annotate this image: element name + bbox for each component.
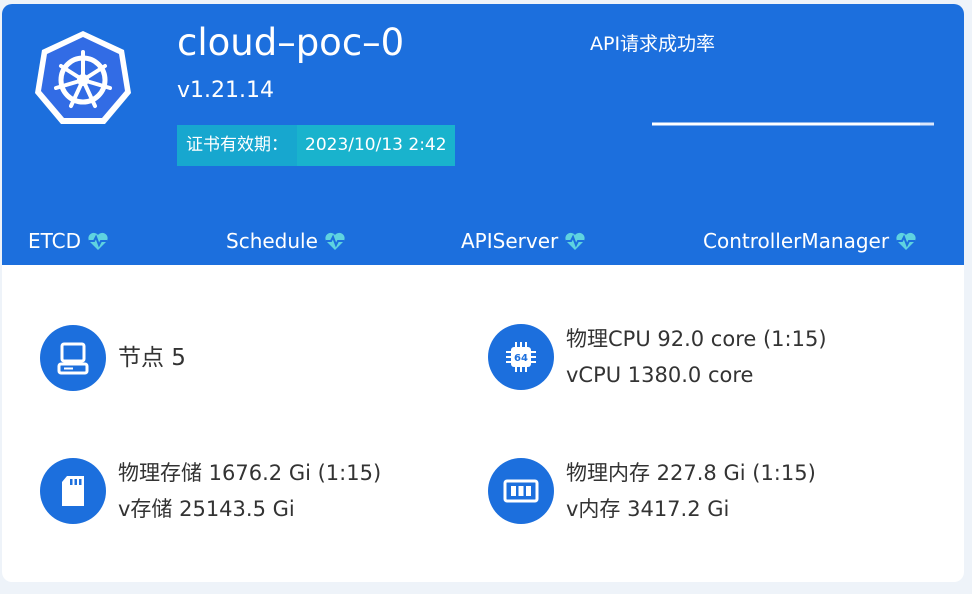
sd-card-icon <box>40 458 106 524</box>
stat-cpu: 64 物理CPU 92.0 core (1:15) vCPU 1380.0 co… <box>488 321 827 393</box>
cluster-name: cloud–poc–0 <box>177 21 405 64</box>
physical-memory: 物理内存 227.8 Gi (1:15) <box>566 461 816 485</box>
heart-pulse-icon <box>896 232 916 250</box>
heart-pulse-icon <box>88 232 108 250</box>
computer-icon <box>40 325 106 391</box>
stat-nodes-text: 节点 5 <box>118 340 186 376</box>
cpu-chip-icon: 64 <box>488 324 554 390</box>
stat-memory: 物理内存 227.8 Gi (1:15) v内存 3417.2 Gi <box>488 455 816 527</box>
virtual-memory: v内存 3417.2 Gi <box>566 497 730 521</box>
stat-memory-text: 物理内存 227.8 Gi (1:15) v内存 3417.2 Gi <box>566 455 816 527</box>
component-schedule: Schedule <box>226 226 346 256</box>
component-controller-manager: ControllerManager <box>703 226 917 256</box>
physical-cpu: 物理CPU 92.0 core (1:15) <box>566 327 827 351</box>
virtual-cpu: vCPU 1380.0 core <box>566 363 754 387</box>
virtual-storage: v存储 25143.5 Gi <box>118 497 295 521</box>
stat-cpu-text: 物理CPU 92.0 core (1:15) vCPU 1380.0 core <box>566 321 827 393</box>
api-success-rate-chart <box>652 122 934 126</box>
heart-pulse-icon <box>325 232 345 250</box>
physical-storage: 物理存储 1676.2 Gi (1:15) <box>118 461 382 485</box>
svg-text:64: 64 <box>514 353 528 364</box>
component-status-bar: ETCD Schedule APIServer ControllerManage… <box>2 226 964 256</box>
cluster-header: cloud–poc–0 v1.21.14 证书有效期： 2023/10/13 2… <box>2 4 964 265</box>
cert-expiry-label: 证书有效期： <box>177 125 297 166</box>
component-label: ETCD <box>28 229 82 253</box>
cluster-version: v1.21.14 <box>177 78 274 103</box>
component-label: APIServer <box>461 229 559 253</box>
stat-nodes: 节点 5 <box>40 325 186 391</box>
stat-storage: 物理存储 1676.2 Gi (1:15) v存储 25143.5 Gi <box>40 455 381 527</box>
component-etcd: ETCD <box>28 226 109 256</box>
component-label: ControllerManager <box>703 229 890 253</box>
memory-stick-icon <box>488 458 554 524</box>
cert-expiry-badge: 证书有效期： 2023/10/13 2:42 <box>177 125 455 166</box>
api-success-rate-title: API请求成功率 <box>590 33 716 55</box>
component-apiserver: APIServer <box>461 226 586 256</box>
kubernetes-logo-icon <box>35 31 131 124</box>
cert-expiry-value: 2023/10/13 2:42 <box>297 125 455 166</box>
component-label: Schedule <box>226 229 318 253</box>
heart-pulse-icon <box>565 232 585 250</box>
stat-storage-text: 物理存储 1676.2 Gi (1:15) v存储 25143.5 Gi <box>118 455 381 527</box>
nodes-count: 节点 5 <box>118 345 186 371</box>
cluster-card: cloud–poc–0 v1.21.14 证书有效期： 2023/10/13 2… <box>2 4 964 582</box>
